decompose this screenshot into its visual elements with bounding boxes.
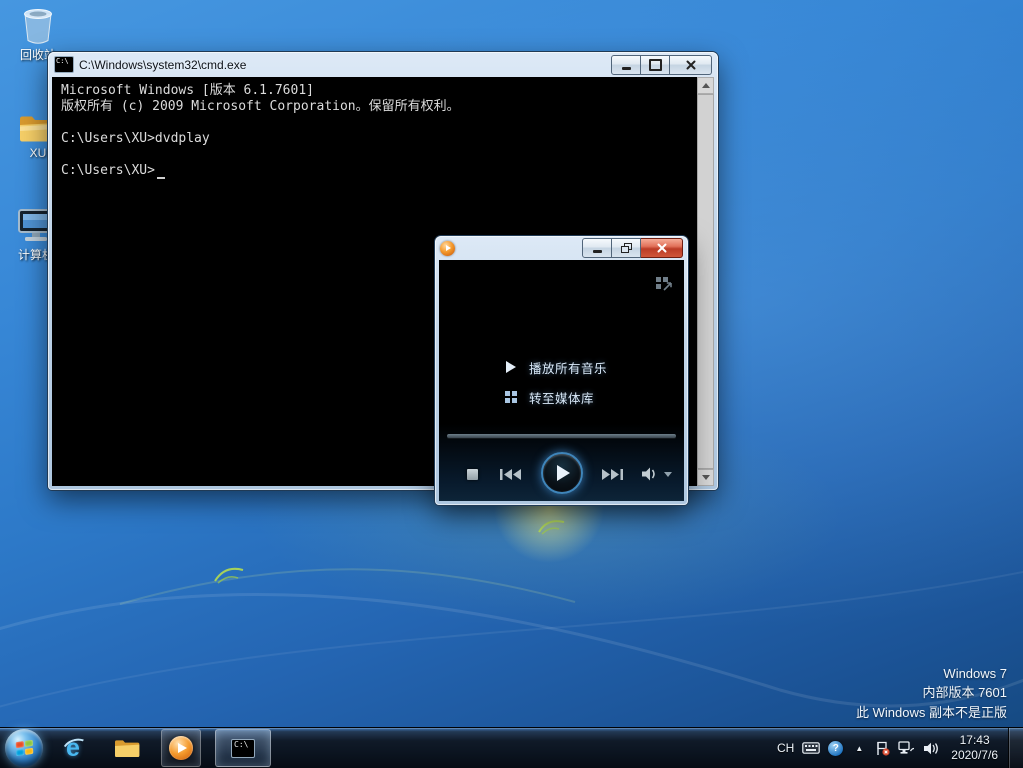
play-button[interactable]	[541, 452, 583, 494]
cmd-icon: C:\	[231, 739, 255, 758]
console-scrollbar[interactable]	[697, 77, 714, 486]
cmd-window-title: C:\Windows\system32\cmd.exe	[79, 58, 246, 72]
wmp-now-playing: 播放所有音乐 转至媒体库	[439, 260, 684, 501]
previous-button[interactable]	[499, 468, 523, 481]
go-to-library-item[interactable]: 转至媒体库	[503, 382, 607, 412]
windows-logo-icon	[15, 740, 32, 756]
close-icon	[686, 60, 696, 70]
start-button[interactable]	[5, 729, 43, 767]
cmd-window-icon: C:\	[54, 56, 74, 73]
scroll-down-button[interactable]	[697, 469, 714, 486]
keyboard-icon	[802, 742, 820, 754]
wmp-window-icon	[440, 241, 455, 256]
explorer-button[interactable]	[107, 729, 147, 767]
close-button[interactable]	[641, 238, 683, 258]
internet-explorer-icon: e	[66, 736, 80, 761]
help-icon: ?	[828, 741, 843, 756]
close-button[interactable]	[670, 55, 712, 75]
menu-item-label: 转至媒体库	[529, 388, 594, 407]
seek-bar[interactable]	[447, 434, 676, 438]
watermark-line: 内部版本 7601	[856, 683, 1007, 703]
cmd-taskbar-button[interactable]: C:\	[215, 729, 271, 767]
minimize-icon	[622, 67, 631, 70]
console-line: Microsoft Windows [版本 6.1.7601]	[61, 83, 688, 99]
restore-icon	[621, 243, 632, 253]
folder-icon	[113, 737, 141, 759]
desktop-icon-label: XU	[30, 146, 47, 160]
close-icon	[657, 243, 667, 253]
taskbar: e C:\ CH	[0, 727, 1023, 768]
maximize-button[interactable]	[641, 55, 670, 75]
volume-button[interactable]	[641, 467, 658, 481]
restore-button[interactable]	[612, 238, 641, 258]
watermark-line: 此 Windows 副本不是正版	[856, 703, 1007, 723]
stop-button[interactable]	[467, 469, 478, 480]
minimize-button[interactable]	[611, 55, 641, 75]
console-line: C:\Users\XU>dvdplay	[61, 131, 688, 147]
console-cursor	[157, 164, 165, 179]
maximize-icon	[649, 59, 662, 71]
cmd-window-controls	[611, 55, 712, 75]
play-all-music-item[interactable]: 播放所有音乐	[503, 352, 607, 382]
show-desktop-button[interactable]	[1008, 728, 1023, 768]
minimize-icon	[593, 250, 602, 253]
console-line	[61, 115, 688, 131]
action-center-button[interactable]	[871, 728, 894, 768]
ime-help-button[interactable]: ?	[824, 728, 847, 768]
minimize-button[interactable]	[582, 238, 612, 258]
media-player-window: 播放所有音乐 转至媒体库	[435, 236, 688, 505]
transport-controls	[439, 449, 684, 497]
console-output: Microsoft Windows [版本 6.1.7601] 版权所有 (c)…	[61, 83, 688, 179]
menu-item-label: 播放所有音乐	[529, 358, 607, 377]
clock-time: 17:43	[951, 733, 998, 748]
system-tray: CH ? ▲	[773, 728, 1023, 768]
wallpaper-sparkle	[537, 516, 567, 536]
volume-dropdown-icon[interactable]	[664, 472, 672, 477]
caret-up-icon: ▲	[855, 744, 863, 753]
scroll-up-button[interactable]	[697, 77, 714, 94]
console-prompt: C:\Users\XU>	[61, 163, 155, 178]
taskbar-clock[interactable]: 17:43 2020/7/6	[943, 733, 1008, 763]
media-player-taskbar-button[interactable]	[161, 729, 201, 767]
play-icon	[503, 361, 519, 373]
wmp-menu: 播放所有音乐 转至媒体库	[503, 352, 607, 412]
taskbar-apps: e C:\	[53, 728, 271, 768]
console-line: 版权所有 (c) 2009 Microsoft Corporation。保留所有…	[61, 99, 688, 115]
speaker-icon	[923, 742, 939, 755]
activation-watermark: Windows 7 内部版本 7601 此 Windows 副本不是正版	[856, 664, 1007, 723]
network-button[interactable]	[894, 728, 919, 768]
scrollbar-thumb[interactable]	[697, 94, 714, 469]
media-player-icon	[169, 736, 193, 760]
wmp-window-controls	[582, 238, 683, 258]
console-line	[61, 147, 688, 163]
console-prompt-line: C:\Users\XU>	[61, 163, 688, 179]
library-grid-icon	[503, 391, 519, 403]
network-icon	[898, 741, 915, 755]
wmp-titlebar[interactable]	[435, 236, 688, 260]
keyboard-layout-button[interactable]	[798, 728, 824, 768]
clock-date: 2020/7/6	[951, 748, 998, 763]
cmd-titlebar[interactable]: C:\ C:\Windows\system32\cmd.exe	[48, 52, 718, 77]
action-center-flag-icon	[875, 741, 890, 756]
next-button[interactable]	[600, 468, 624, 481]
volume-button[interactable]	[919, 728, 943, 768]
switch-to-library-icon[interactable]	[655, 276, 674, 291]
language-indicator[interactable]: CH	[773, 728, 798, 768]
windows-desktop: 回收站 XU 计算机 C:\ C:\Windows\system32\cmd.e…	[0, 0, 1023, 768]
play-icon	[557, 465, 570, 481]
internet-explorer-button[interactable]: e	[53, 729, 93, 767]
watermark-line: Windows 7	[856, 664, 1007, 684]
recycle-bin-icon	[20, 6, 56, 46]
wallpaper-sparkle	[213, 563, 247, 585]
show-hidden-icons-button[interactable]: ▲	[847, 728, 871, 768]
